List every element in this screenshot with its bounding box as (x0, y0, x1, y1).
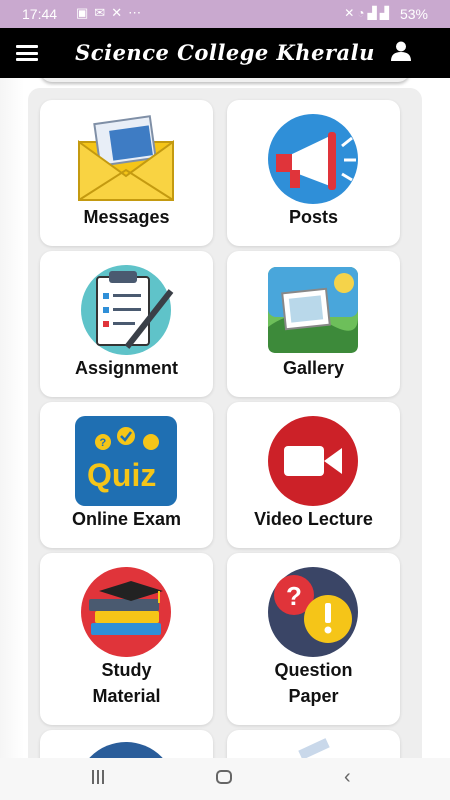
back-icon[interactable]: ‹ (344, 766, 351, 789)
envelope-icon (71, 114, 181, 204)
collapsed-header-card (40, 78, 410, 82)
recent-apps-icon[interactable] (92, 770, 108, 784)
tile-messages[interactable]: Messages (40, 100, 213, 246)
tile-label: Online Exam (71, 509, 182, 529)
app-bar: Science College Kheralu (0, 28, 450, 78)
question-icon: ? (258, 567, 368, 657)
tile-label: Video Lecture (254, 509, 373, 529)
image-icon: ▣ (76, 5, 95, 20)
tile-online-exam[interactable]: ? Quiz Online Exam (40, 402, 213, 548)
tile-partial-left[interactable] (40, 730, 213, 758)
status-system-icons: ✕◔▟▟ (344, 6, 392, 20)
quiz-icon: ? Quiz (71, 416, 181, 506)
tile-label: Question Paper (274, 660, 353, 706)
app-title: Science College Kheralu (75, 40, 375, 65)
tile-study-material[interactable]: Study Material (40, 553, 213, 725)
tile-label: Posts (288, 207, 339, 227)
dashboard-content[interactable]: Messages Posts Assignment Gallery ? Quiz… (0, 78, 450, 758)
svg-text:?: ? (286, 581, 302, 611)
tile-posts[interactable]: Posts (227, 100, 400, 246)
picture-icon (258, 265, 368, 355)
signal-icon: ▟ (379, 6, 392, 20)
home-icon[interactable] (216, 770, 232, 784)
status-bar: 17:44 ▣✉✕⋯ ✕◔▟▟ 53% (0, 0, 450, 28)
mute-icon: ✕ (344, 6, 358, 20)
books-icon (71, 567, 181, 657)
system-nav-bar: ‹ (0, 758, 450, 800)
tile-label: Study Material (92, 660, 161, 706)
video-camera-icon (258, 416, 368, 506)
wifi-icon: ◔ (357, 6, 368, 20)
clipboard-icon (71, 265, 181, 355)
battery-level: 53% (399, 6, 428, 22)
megaphone-icon (258, 114, 368, 204)
email-icon: ✉ (94, 5, 112, 20)
svg-text:Quiz: Quiz (87, 457, 156, 493)
tile-question-paper[interactable]: ? Question Paper (227, 553, 400, 725)
signal-icon: ▟ (367, 6, 380, 20)
user-icon[interactable] (390, 40, 412, 62)
partial-icon (76, 742, 176, 758)
tile-partial-right[interactable] (227, 730, 400, 758)
tile-video-lecture[interactable]: Video Lecture (227, 402, 400, 548)
svg-text:?: ? (100, 437, 107, 449)
more-icon: ⋯ (128, 5, 148, 20)
tile-gallery[interactable]: Gallery (227, 251, 400, 397)
missed-call-icon: ✕ (111, 5, 129, 20)
tile-label: Assignment (74, 358, 179, 378)
tile-label: Messages (83, 207, 170, 227)
tile-assignment[interactable]: Assignment (40, 251, 213, 397)
partial-icon (298, 738, 330, 758)
tile-label: Gallery (282, 358, 345, 378)
status-time: 17:44 (22, 6, 58, 22)
status-notification-icons: ▣✉✕⋯ (76, 5, 147, 21)
